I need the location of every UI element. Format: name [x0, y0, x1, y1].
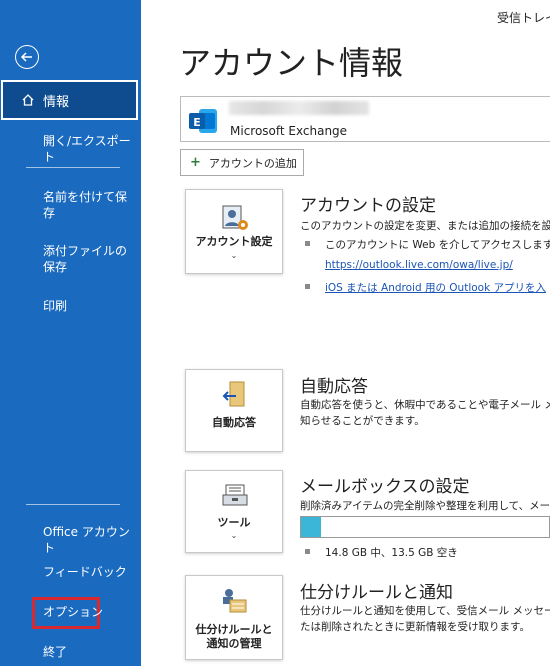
- rules-title: 仕分けルールと通知: [300, 583, 453, 603]
- mobile-app-link[interactable]: iOS または Android 用の Outlook アプリを入: [325, 280, 546, 295]
- sidebar-item-save-as[interactable]: 名前を付けて保存: [43, 189, 133, 221]
- account-email-redacted: [229, 101, 369, 115]
- bullet-icon: [305, 549, 310, 554]
- account-settings-title: アカウントの設定: [300, 196, 436, 216]
- chevron-down-icon: ⌄: [230, 251, 238, 260]
- sidebar-divider: [26, 167, 120, 168]
- back-button[interactable]: [15, 45, 39, 69]
- sidebar-item-options[interactable]: オプション: [43, 604, 133, 620]
- mailbox-tools-button[interactable]: ツール ⌄: [185, 470, 283, 553]
- web-access-text: このアカウントに Web を介してアクセスします。: [325, 239, 550, 251]
- chevron-down-icon: ⌄: [230, 531, 238, 540]
- sidebar-item-open-export[interactable]: 開く/エクスポート: [43, 133, 133, 165]
- sidebar-item-info[interactable]: 情報: [1, 80, 138, 120]
- account-settings-label: アカウント設定: [195, 235, 273, 248]
- sidebar-item-feedback[interactable]: フィードバック: [43, 564, 133, 580]
- sidebar-divider: [26, 504, 120, 505]
- add-account-button[interactable]: + アカウントの追加: [180, 149, 304, 176]
- rules-label-1: 仕分けルールと: [195, 623, 273, 636]
- plus-icon: +: [190, 155, 201, 170]
- mailbox-usage-fill: [301, 517, 321, 537]
- auto-reply-label: 自動応答: [212, 416, 256, 429]
- auto-reply-icon: [222, 381, 245, 407]
- back-arrow-icon: [20, 52, 32, 62]
- svg-text:E: E: [193, 116, 201, 129]
- mailbox-usage-text: 14.8 GB 中、13.5 GB 空き: [325, 547, 458, 559]
- folder-title: 受信トレイ: [497, 11, 550, 25]
- rules-alerts-button[interactable]: 仕分けルールと 通知の管理: [185, 575, 283, 660]
- sidebar-item-print[interactable]: 印刷: [43, 298, 133, 314]
- rules-desc: 仕分けルールと通知を使用して、受信メール メッセージ: [300, 605, 550, 617]
- sidebar-item-exit[interactable]: 終了: [43, 644, 133, 660]
- auto-reply-desc: 自動応答を使うと、休暇中であることや電子メール メ: [300, 399, 550, 411]
- add-account-label: アカウントの追加: [208, 156, 297, 170]
- bullet-icon: [305, 241, 310, 246]
- exchange-logo-icon: E: [189, 109, 217, 133]
- auto-reply-button[interactable]: 自動応答: [185, 369, 283, 452]
- tools-label: ツール: [217, 516, 251, 529]
- backstage-sidebar: 情報 開く/エクスポート 名前を付けて保存 添付ファイルの保存 印刷 Offic…: [0, 0, 141, 666]
- owa-link[interactable]: https://outlook.live.com/owa/live.jp/: [325, 259, 513, 271]
- mailbox-settings-desc: 削除済みアイテムの完全削除や整理を利用して、メー: [300, 500, 550, 512]
- mailbox-usage-bar: [300, 516, 550, 538]
- rules-label-2: 通知の管理: [206, 637, 262, 650]
- account-settings-button[interactable]: アカウント設定 ⌄: [185, 189, 283, 274]
- sidebar-item-label: 情報: [43, 94, 70, 110]
- home-icon: [22, 94, 34, 106]
- account-type: Microsoft Exchange: [230, 124, 348, 138]
- auto-reply-desc-2: 知らせることができます。: [300, 415, 425, 427]
- bullet-icon: [305, 284, 310, 289]
- account-settings-desc: このアカウントの設定を変更、または追加の接続を設定: [300, 220, 550, 232]
- sidebar-item-save-attachments[interactable]: 添付ファイルの保存: [43, 243, 133, 275]
- mailbox-settings-title: メールボックスの設定: [300, 477, 470, 497]
- tools-icon: [222, 484, 248, 506]
- auto-reply-title: 自動応答: [300, 377, 368, 397]
- account-settings-icon: [222, 205, 248, 230]
- account-selector[interactable]: E Microsoft Exchange: [180, 96, 550, 142]
- rules-icon: [223, 589, 247, 613]
- page-title: アカウント情報: [179, 44, 404, 82]
- sidebar-item-office-account[interactable]: Office アカウント: [43, 524, 133, 556]
- rules-desc-2: たは削除されたときに更新情報を受け取ります。: [300, 621, 530, 633]
